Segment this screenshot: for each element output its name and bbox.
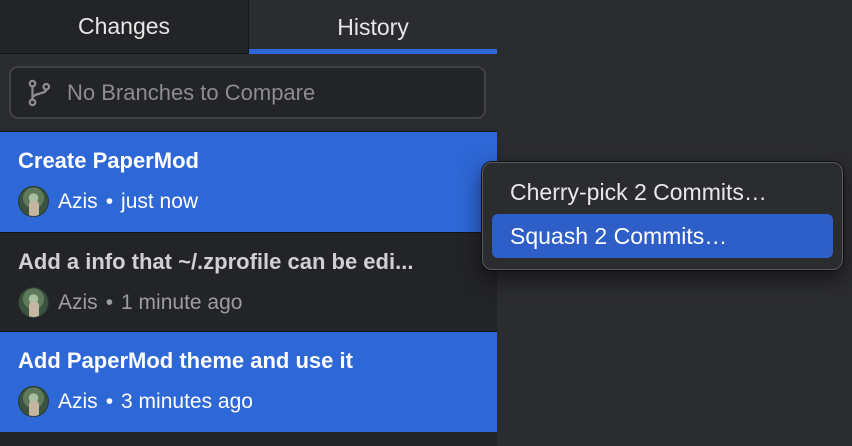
branch-icon — [28, 79, 51, 106]
compare-branch-button[interactable]: No Branches to Compare — [9, 66, 486, 119]
commit-row[interactable]: Add a info that ~/.zprofile can be edi..… — [0, 232, 497, 332]
list-empty-space — [0, 432, 497, 446]
meta-separator: • — [105, 189, 114, 213]
commit-row[interactable]: Create PaperMod Azis • just now — [0, 132, 497, 232]
compare-area: No Branches to Compare — [0, 54, 497, 132]
context-menu: Cherry-pick 2 Commits… Squash 2 Commits… — [482, 162, 843, 270]
history-sidebar: Changes History No Branches to Compare C… — [0, 0, 497, 446]
commit-author: Azis — [58, 290, 98, 314]
commit-time: just now — [121, 189, 199, 213]
commit-meta: Azis • just now — [18, 186, 479, 217]
commit-author: Azis — [58, 389, 98, 413]
commit-title: Create PaperMod — [18, 148, 199, 173]
commit-title: Add PaperMod theme and use it — [18, 348, 353, 373]
commit-time: 1 minute ago — [121, 290, 243, 314]
meta-separator: • — [105, 290, 114, 314]
commit-title: Add a info that ~/.zprofile can be edi..… — [18, 249, 414, 274]
meta-separator: • — [105, 389, 114, 413]
avatar — [18, 287, 49, 318]
avatar — [18, 186, 49, 217]
avatar — [18, 386, 49, 417]
commit-row[interactable]: Add PaperMod theme and use it Azis • 3 m… — [0, 332, 497, 432]
tab-changes[interactable]: Changes — [0, 0, 249, 54]
compare-placeholder: No Branches to Compare — [67, 79, 316, 105]
commit-time: 3 minutes ago — [121, 389, 253, 413]
commit-meta: Azis • 1 minute ago — [18, 287, 479, 318]
menu-item-squash[interactable]: Squash 2 Commits… — [492, 214, 833, 258]
commit-author: Azis — [58, 189, 98, 213]
menu-item-cherry-pick[interactable]: Cherry-pick 2 Commits… — [492, 170, 833, 214]
tab-history[interactable]: History — [249, 0, 497, 54]
tab-bar: Changes History — [0, 0, 497, 54]
commit-meta: Azis • 3 minutes ago — [18, 386, 479, 417]
